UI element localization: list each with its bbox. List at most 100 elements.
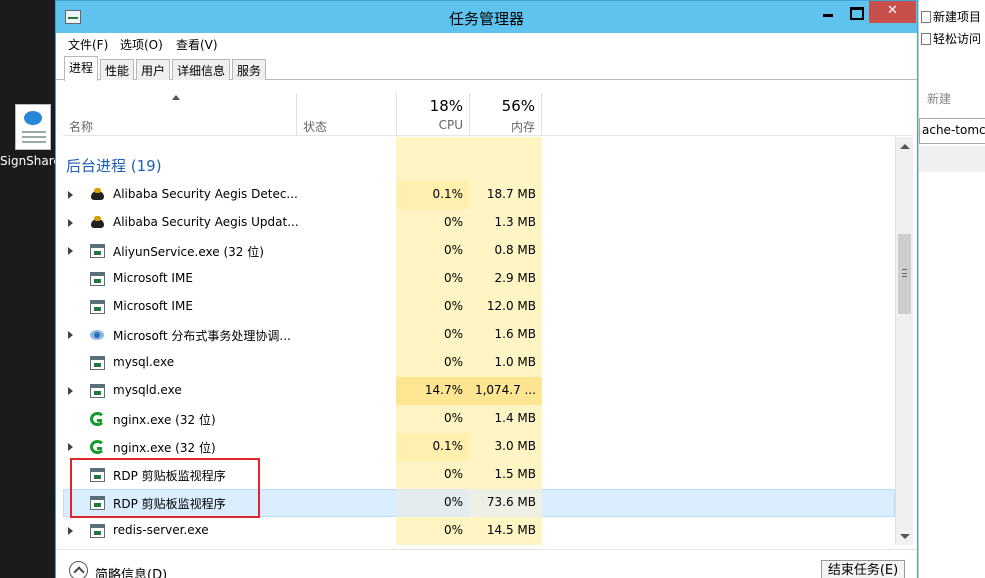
- memory-total-percent: 56%: [501, 97, 535, 115]
- vertical-scrollbar[interactable]: [895, 137, 913, 545]
- process-name: Alibaba Security Aegis Detec...: [113, 187, 298, 201]
- process-name: nginx.exe (32 位): [113, 413, 216, 427]
- title-bar[interactable]: 任务管理器 ✕: [56, 1, 917, 33]
- close-button[interactable]: ✕: [869, 1, 916, 23]
- cpu-total-percent: 18%: [429, 97, 463, 115]
- scroll-down-icon[interactable]: [900, 534, 910, 539]
- process-row[interactable]: Alibaba Security Aegis Detec... 0.1% 18.7 …: [63, 181, 895, 209]
- process-cpu: 0%: [443, 523, 463, 537]
- process-cpu: 0.1%: [432, 439, 464, 453]
- tab-strip: 进程 性能 用户 详细信息 服务: [56, 55, 917, 81]
- menu-view[interactable]: 查看(V): [176, 36, 218, 53]
- minimize-button[interactable]: [815, 1, 841, 23]
- app-window-icon: [90, 496, 105, 510]
- process-row[interactable]: redis-server.exe 0% 14.5 MB: [63, 517, 895, 545]
- footer-bar: 简略信息(D) 结束任务(E): [56, 549, 917, 578]
- app-window-icon: [90, 384, 105, 398]
- fewer-details-link[interactable]: 简略信息(D): [95, 564, 167, 578]
- easy-access-icon: [921, 33, 931, 45]
- process-row[interactable]: nginx.exe (32 位) 0% 1.4 MB: [63, 405, 895, 433]
- process-cpu: 0%: [443, 215, 463, 229]
- process-memory: 18.7 MB: [486, 187, 536, 201]
- process-cpu: 0%: [443, 355, 463, 369]
- process-memory: 0.8 MB: [494, 243, 536, 257]
- expand-arrow-icon[interactable]: [68, 387, 73, 395]
- process-row[interactable]: AliyunService.exe (32 位) 0% 0.8 MB: [63, 237, 895, 265]
- scroll-up-icon[interactable]: [900, 144, 910, 149]
- expand-arrow-icon[interactable]: [68, 247, 73, 255]
- column-header-status[interactable]: 状态: [296, 93, 396, 136]
- menu-bar: 文件(F) 选项(O) 查看(V): [56, 33, 917, 55]
- process-name: Alibaba Security Aegis Updat...: [113, 215, 299, 229]
- process-name: mysql.exe: [113, 355, 175, 369]
- scrollbar-thumb[interactable]: [898, 234, 911, 314]
- process-row[interactable]: Microsoft IME 0% 12.0 MB: [63, 293, 895, 321]
- address-bar[interactable]: ache-tomcat: [919, 118, 985, 144]
- nginx-icon: [90, 412, 105, 426]
- process-row[interactable]: mysql.exe 0% 1.0 MB: [63, 349, 895, 377]
- process-row[interactable]: mysqld.exe 14.7% 1,074.7 ...: [63, 377, 895, 405]
- process-row[interactable]: RDP 剪贴板监视程序 0% 1.5 MB: [63, 461, 895, 489]
- process-row[interactable]: nginx.exe (32 位) 0.1% 3.0 MB: [63, 433, 895, 461]
- expand-arrow-icon[interactable]: [68, 443, 73, 451]
- expand-arrow-icon[interactable]: [68, 331, 73, 339]
- process-memory: 2.9 MB: [494, 271, 536, 285]
- close-icon: ✕: [887, 3, 898, 18]
- desktop-icon-signshare[interactable]: SignShare: [0, 100, 61, 180]
- app-window-icon: [90, 300, 105, 314]
- app-window-icon: [90, 468, 105, 482]
- process-name: redis-server.exe: [113, 523, 209, 537]
- explorer-selected-row[interactable]: [919, 146, 985, 172]
- background-explorer-window[interactable]: 新建项目 轻松访问 新建 ache-tomcat: [918, 0, 985, 578]
- process-memory: 1.3 MB: [494, 215, 536, 229]
- process-memory: 1,074.7 ...: [474, 383, 536, 397]
- process-cpu: 0.1%: [432, 187, 464, 201]
- process-list[interactable]: 后台进程 (19) Alibaba Security Aegis Detec..…: [63, 137, 895, 545]
- process-row[interactable]: RDP 剪贴板监视程序 0% 73.6 MB: [63, 489, 895, 517]
- column-header-memory[interactable]: 56% 内存: [469, 93, 542, 136]
- column-header: 名称 状态 18% CPU 56% 内存: [63, 93, 913, 136]
- process-memory: 1.6 MB: [494, 327, 536, 341]
- process-cpu: 0%: [443, 495, 463, 509]
- app-window-icon: [90, 272, 105, 286]
- process-name: AliyunService.exe (32 位): [113, 245, 264, 259]
- column-header-name[interactable]: 名称: [63, 93, 296, 136]
- task-manager-window: 任务管理器 ✕ 文件(F) 选项(O) 查看(V) 进程 性能 用户 详细信息 …: [55, 0, 918, 578]
- tab-details[interactable]: 详细信息: [172, 59, 231, 80]
- tab-users[interactable]: 用户: [136, 59, 171, 80]
- ribbon-group-new: 新建: [927, 92, 952, 106]
- process-memory: 1.5 MB: [494, 467, 536, 481]
- menu-options[interactable]: 选项(O): [120, 36, 163, 53]
- process-row[interactable]: Microsoft 分布式事务处理协调... 0% 1.6 MB: [63, 321, 895, 349]
- process-memory: 12.0 MB: [486, 299, 536, 313]
- group-header-background-processes[interactable]: 后台进程 (19): [66, 155, 162, 176]
- menu-file[interactable]: 文件(F): [68, 36, 108, 53]
- tab-performance[interactable]: 性能: [100, 59, 135, 80]
- process-memory: 73.6 MB: [486, 495, 536, 509]
- tab-services[interactable]: 服务: [232, 59, 267, 80]
- app-window-icon: [90, 356, 105, 370]
- expand-arrow-icon[interactable]: [68, 527, 73, 535]
- expand-arrow-icon[interactable]: [68, 191, 73, 199]
- process-name: Microsoft 分布式事务处理协调...: [113, 329, 291, 343]
- easy-access-button[interactable]: 轻松访问: [921, 30, 985, 58]
- process-name: RDP 剪贴板监视程序: [113, 469, 226, 483]
- column-header-cpu[interactable]: 18% CPU: [396, 93, 469, 136]
- process-cpu: 0%: [443, 243, 463, 257]
- expand-arrow-icon[interactable]: [68, 219, 73, 227]
- process-row[interactable]: Alibaba Security Aegis Updat... 0% 1.3 MB: [63, 209, 895, 237]
- process-memory: 1.4 MB: [494, 411, 536, 425]
- end-task-button[interactable]: 结束任务(E): [821, 560, 905, 578]
- process-cpu: 0%: [443, 299, 463, 313]
- tab-processes[interactable]: 进程: [64, 56, 99, 81]
- process-memory: 14.5 MB: [486, 523, 536, 537]
- process-row[interactable]: Microsoft IME 0% 2.9 MB: [63, 265, 895, 293]
- process-memory: 3.0 MB: [494, 439, 536, 453]
- process-cpu: 14.7%: [424, 383, 463, 397]
- window-title: 任务管理器: [448, 10, 524, 28]
- nginx-icon: [90, 440, 105, 454]
- maximize-button[interactable]: [842, 1, 868, 23]
- web-document-icon: [15, 104, 51, 150]
- chevron-up-icon[interactable]: [69, 561, 88, 578]
- app-window-icon: [90, 244, 105, 258]
